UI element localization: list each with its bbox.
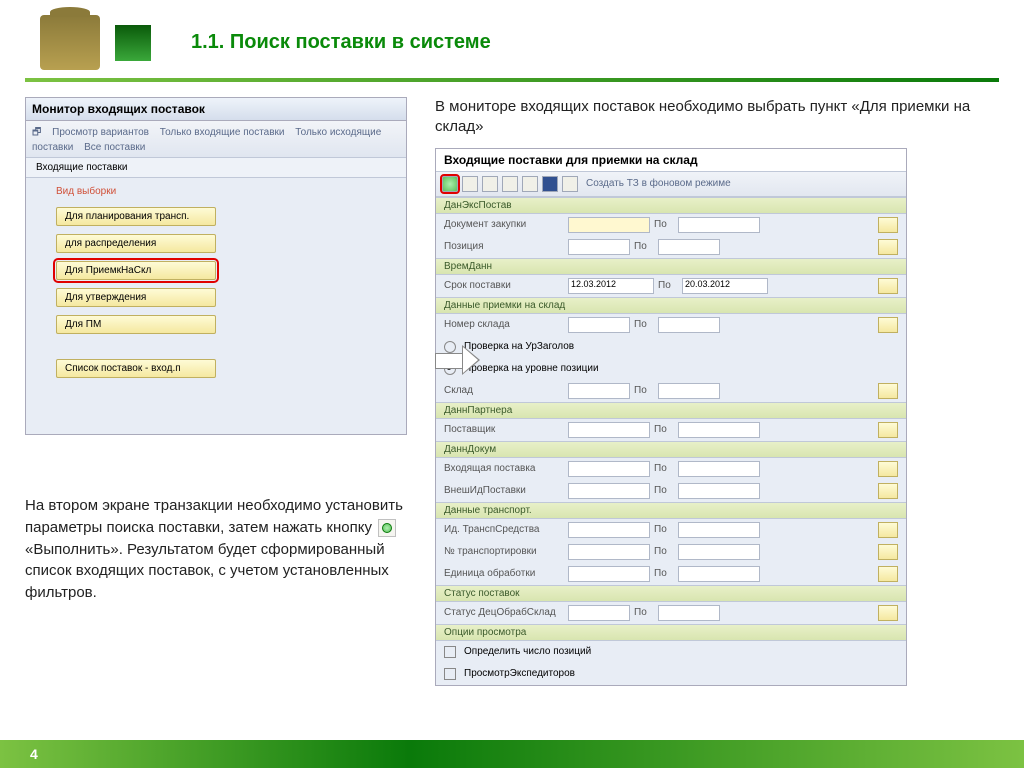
btn-approval[interactable]: Для утверждения xyxy=(56,288,216,307)
section-header: Опции просмотра xyxy=(436,625,906,641)
toolbar-item[interactable]: Просмотр вариантов xyxy=(52,127,149,138)
field-label: № транспортировки xyxy=(444,546,564,557)
btn-pm[interactable]: Для ПМ xyxy=(56,315,216,334)
date-input-from[interactable]: 12.03.2012 xyxy=(568,278,654,294)
monitor-window: Монитор входящих поставок 🗗 Просмотр вар… xyxy=(25,97,407,435)
field-label: Статус ДецОбрабСклад xyxy=(444,607,564,618)
section-header: ВремДанн xyxy=(436,259,906,275)
input[interactable] xyxy=(568,422,650,438)
multi-select-button[interactable] xyxy=(878,566,898,582)
arrow-icon xyxy=(435,345,485,375)
multi-select-button[interactable] xyxy=(878,522,898,538)
toolbar-item[interactable]: Все поставки xyxy=(84,142,145,153)
field-label: Документ закупки xyxy=(444,219,564,230)
checkbox-label: ПросмотрЭкспедиторов xyxy=(464,668,575,679)
panel-toolbar: Создать ТЗ в фоновом режиме xyxy=(436,172,906,197)
date-input-to[interactable]: 20.03.2012 xyxy=(682,278,768,294)
input[interactable] xyxy=(678,522,760,538)
btn-planning[interactable]: Для планирования трансп. xyxy=(56,207,216,226)
input[interactable] xyxy=(658,605,720,621)
input[interactable] xyxy=(568,239,630,255)
tab-incoming[interactable]: Входящие поставки xyxy=(26,158,406,178)
toolbar-icon[interactable] xyxy=(462,176,478,192)
brand-logo xyxy=(115,25,151,61)
page-footer: 4 xyxy=(0,740,1024,768)
field-label: ВнешИдПоставки xyxy=(444,485,564,496)
page-number: 4 xyxy=(30,746,38,762)
input[interactable] xyxy=(678,544,760,560)
instruction-text: На втором экране транзакции необходимо у… xyxy=(25,495,425,604)
input[interactable] xyxy=(568,483,650,499)
monitor-toolbar: 🗗 Просмотр вариантов Только входящие пос… xyxy=(26,121,406,158)
section-header: ДаннПартнера xyxy=(436,403,906,419)
field-label: Срок поставки xyxy=(444,280,564,291)
checkbox-count-positions[interactable] xyxy=(444,646,456,658)
execute-icon[interactable] xyxy=(442,176,458,192)
input[interactable] xyxy=(568,566,650,582)
input[interactable] xyxy=(678,461,760,477)
section-header: Данные транспорт. xyxy=(436,503,906,519)
toolbar-icon[interactable] xyxy=(542,176,558,192)
multi-select-button[interactable] xyxy=(878,239,898,255)
input[interactable] xyxy=(568,317,630,333)
toolbar-text[interactable]: Создать ТЗ в фоновом режиме xyxy=(586,178,731,189)
field-label: Ид. ТранспСредства xyxy=(444,524,564,535)
toolbar-icon[interactable] xyxy=(482,176,498,192)
multi-select-button[interactable] xyxy=(878,383,898,399)
input[interactable] xyxy=(658,383,720,399)
btn-distribution[interactable]: для распределения xyxy=(56,234,216,253)
multi-select-button[interactable] xyxy=(878,217,898,233)
input[interactable] xyxy=(658,317,720,333)
intro-text: В мониторе входящих поставок необходимо … xyxy=(435,97,999,138)
input[interactable] xyxy=(678,483,760,499)
multi-select-button[interactable] xyxy=(878,422,898,438)
panel-title: Входящие поставки для приемки на склад xyxy=(436,149,906,172)
slide-title: 1.1. Поиск поставки в системе xyxy=(191,31,491,54)
toolbar-icon[interactable] xyxy=(562,176,578,192)
input[interactable] xyxy=(678,566,760,582)
multi-select-button[interactable] xyxy=(878,461,898,477)
field-label: Номер склада xyxy=(444,319,564,330)
section-header: Данные приемки на склад xyxy=(436,298,906,314)
crest-logo xyxy=(40,15,100,70)
input[interactable] xyxy=(678,217,760,233)
divider xyxy=(25,78,999,82)
multi-select-button[interactable] xyxy=(878,317,898,333)
input[interactable] xyxy=(568,383,630,399)
btn-list-incoming[interactable]: Список поставок - вход.п xyxy=(56,359,216,378)
field-label: Позиция xyxy=(444,241,564,252)
checkbox-label: Определить число позиций xyxy=(464,646,591,657)
field-label: Единица обработки xyxy=(444,568,564,579)
checkbox-view-forwarders[interactable] xyxy=(444,668,456,680)
window-title: Монитор входящих поставок xyxy=(26,98,406,121)
toolbar-icon[interactable] xyxy=(522,176,538,192)
frame-label: Вид выборки xyxy=(56,186,376,197)
section-header: Статус поставок xyxy=(436,586,906,602)
multi-select-button[interactable] xyxy=(878,278,898,294)
input[interactable] xyxy=(658,239,720,255)
multi-select-button[interactable] xyxy=(878,483,898,499)
selection-screen: Входящие поставки для приемки на склад С… xyxy=(435,148,907,686)
section-header: ДанЭксПостав xyxy=(436,198,906,214)
input[interactable] xyxy=(568,522,650,538)
multi-select-button[interactable] xyxy=(878,605,898,621)
btn-receipt-warehouse[interactable]: Для ПриемкНаСкл xyxy=(56,261,216,280)
field-label: Входящая поставка xyxy=(444,463,564,474)
field-label: Склад xyxy=(444,385,564,396)
toolbar-item[interactable]: Только входящие поставки xyxy=(160,127,285,138)
input[interactable] xyxy=(568,461,650,477)
multi-select-button[interactable] xyxy=(878,544,898,560)
input[interactable] xyxy=(678,422,760,438)
input[interactable] xyxy=(568,544,650,560)
section-header: ДаннДокум xyxy=(436,442,906,458)
execute-icon xyxy=(378,519,396,537)
input[interactable] xyxy=(568,605,630,621)
input[interactable] xyxy=(568,217,650,233)
toolbar-icon[interactable] xyxy=(502,176,518,192)
field-label: Поставщик xyxy=(444,424,564,435)
